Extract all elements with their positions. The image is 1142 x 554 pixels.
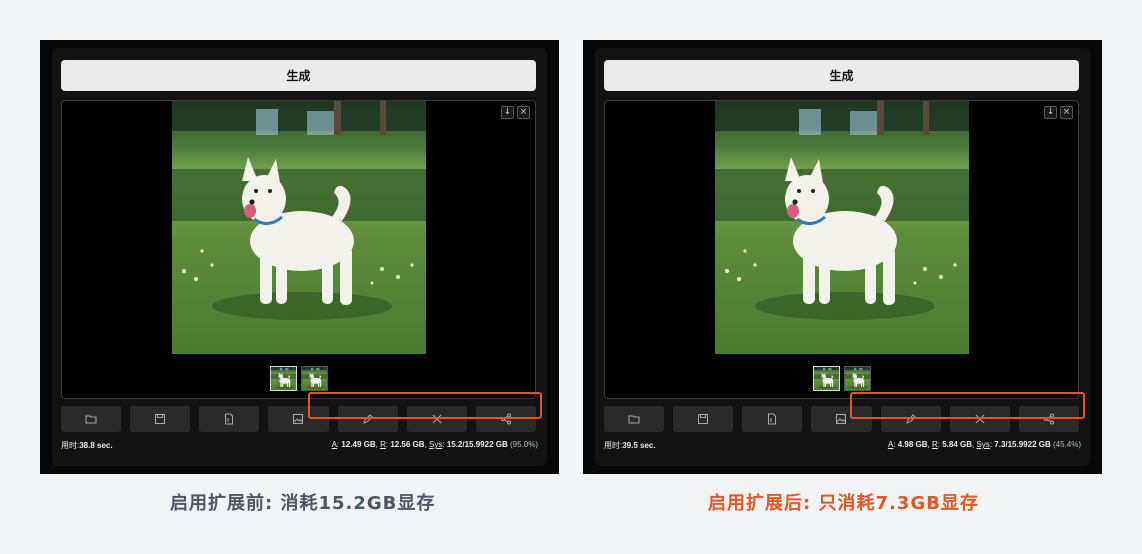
thumbnail-strip xyxy=(270,366,328,391)
thumbnail[interactable] xyxy=(844,366,871,391)
thumbnail[interactable] xyxy=(301,366,328,391)
mem-r-label: R xyxy=(380,440,386,449)
download-icon[interactable]: ↓ xyxy=(501,106,514,119)
mem-r-label: R xyxy=(931,440,938,449)
memory-highlight-box xyxy=(850,392,1085,419)
mem-percent: (95.0%) xyxy=(509,440,538,449)
memory-highlight-box xyxy=(308,392,542,419)
generation-time: 用时:39.5 sec. xyxy=(604,440,656,451)
mem-sys-label: Sys xyxy=(429,440,443,449)
memory-stats: A: 4.98 GB, R: 5.84 GB, Sys: 7.3/15.9922… xyxy=(887,440,1081,449)
mem-a-label: A xyxy=(887,440,894,449)
save-button[interactable] xyxy=(673,406,734,432)
thumbnail[interactable] xyxy=(813,366,840,391)
mem-a-value: 4.98 GB xyxy=(897,440,928,449)
image-gallery: ↓ × xyxy=(61,100,536,399)
mem-sys-value: 15.2/15.9922 GB xyxy=(446,440,508,449)
mem-sys-value: 7.3/15.9922 GB xyxy=(994,440,1051,449)
mem-r-value: 12.56 GB xyxy=(390,440,425,449)
generated-image xyxy=(172,101,426,354)
open-folder-button[interactable] xyxy=(61,406,122,432)
time-label: 用时: xyxy=(604,441,623,450)
generate-button[interactable]: 生成 xyxy=(604,60,1079,91)
save-icon xyxy=(698,414,709,424)
image-gallery: ↓ × xyxy=(604,100,1079,399)
image-icon xyxy=(836,414,847,424)
memory-stats: A: 12.49 GB, R: 12.56 GB, Sys: 15.2/15.9… xyxy=(331,440,538,449)
caption-after: 启用扩展后: 只消耗7.3GB显存 xyxy=(708,493,979,514)
close-icon[interactable]: × xyxy=(517,106,530,119)
mem-sys-label: Sys xyxy=(976,440,990,449)
generate-button[interactable]: 生成 xyxy=(61,60,536,91)
time-value: 39.5 sec. xyxy=(622,441,656,450)
folder-icon xyxy=(628,415,640,424)
zip-icon xyxy=(768,413,777,425)
save-button[interactable] xyxy=(130,406,191,432)
mem-a-label: A xyxy=(331,440,337,449)
time-label: 用时: xyxy=(61,441,80,450)
generated-image xyxy=(715,101,969,354)
close-icon[interactable]: × xyxy=(1060,106,1073,119)
folder-icon xyxy=(85,415,97,424)
download-icon[interactable]: ↓ xyxy=(1044,106,1057,119)
mem-percent: (45.4%) xyxy=(1052,440,1081,449)
zip-icon xyxy=(225,413,234,425)
caption-before: 启用扩展前: 消耗15.2GB显存 xyxy=(170,493,436,514)
zip-button[interactable] xyxy=(199,406,260,432)
image-icon xyxy=(293,414,304,424)
zip-button[interactable] xyxy=(742,406,803,432)
save-icon xyxy=(155,414,166,424)
thumbnail-strip xyxy=(813,366,871,391)
mem-r-value: 5.84 GB xyxy=(942,440,973,449)
thumbnail[interactable] xyxy=(270,366,297,391)
time-value: 38.8 sec. xyxy=(79,441,113,450)
generation-time: 用时:38.8 sec. xyxy=(61,440,113,451)
open-folder-button[interactable] xyxy=(604,406,665,432)
mem-a-value: 12.49 GB xyxy=(341,440,376,449)
